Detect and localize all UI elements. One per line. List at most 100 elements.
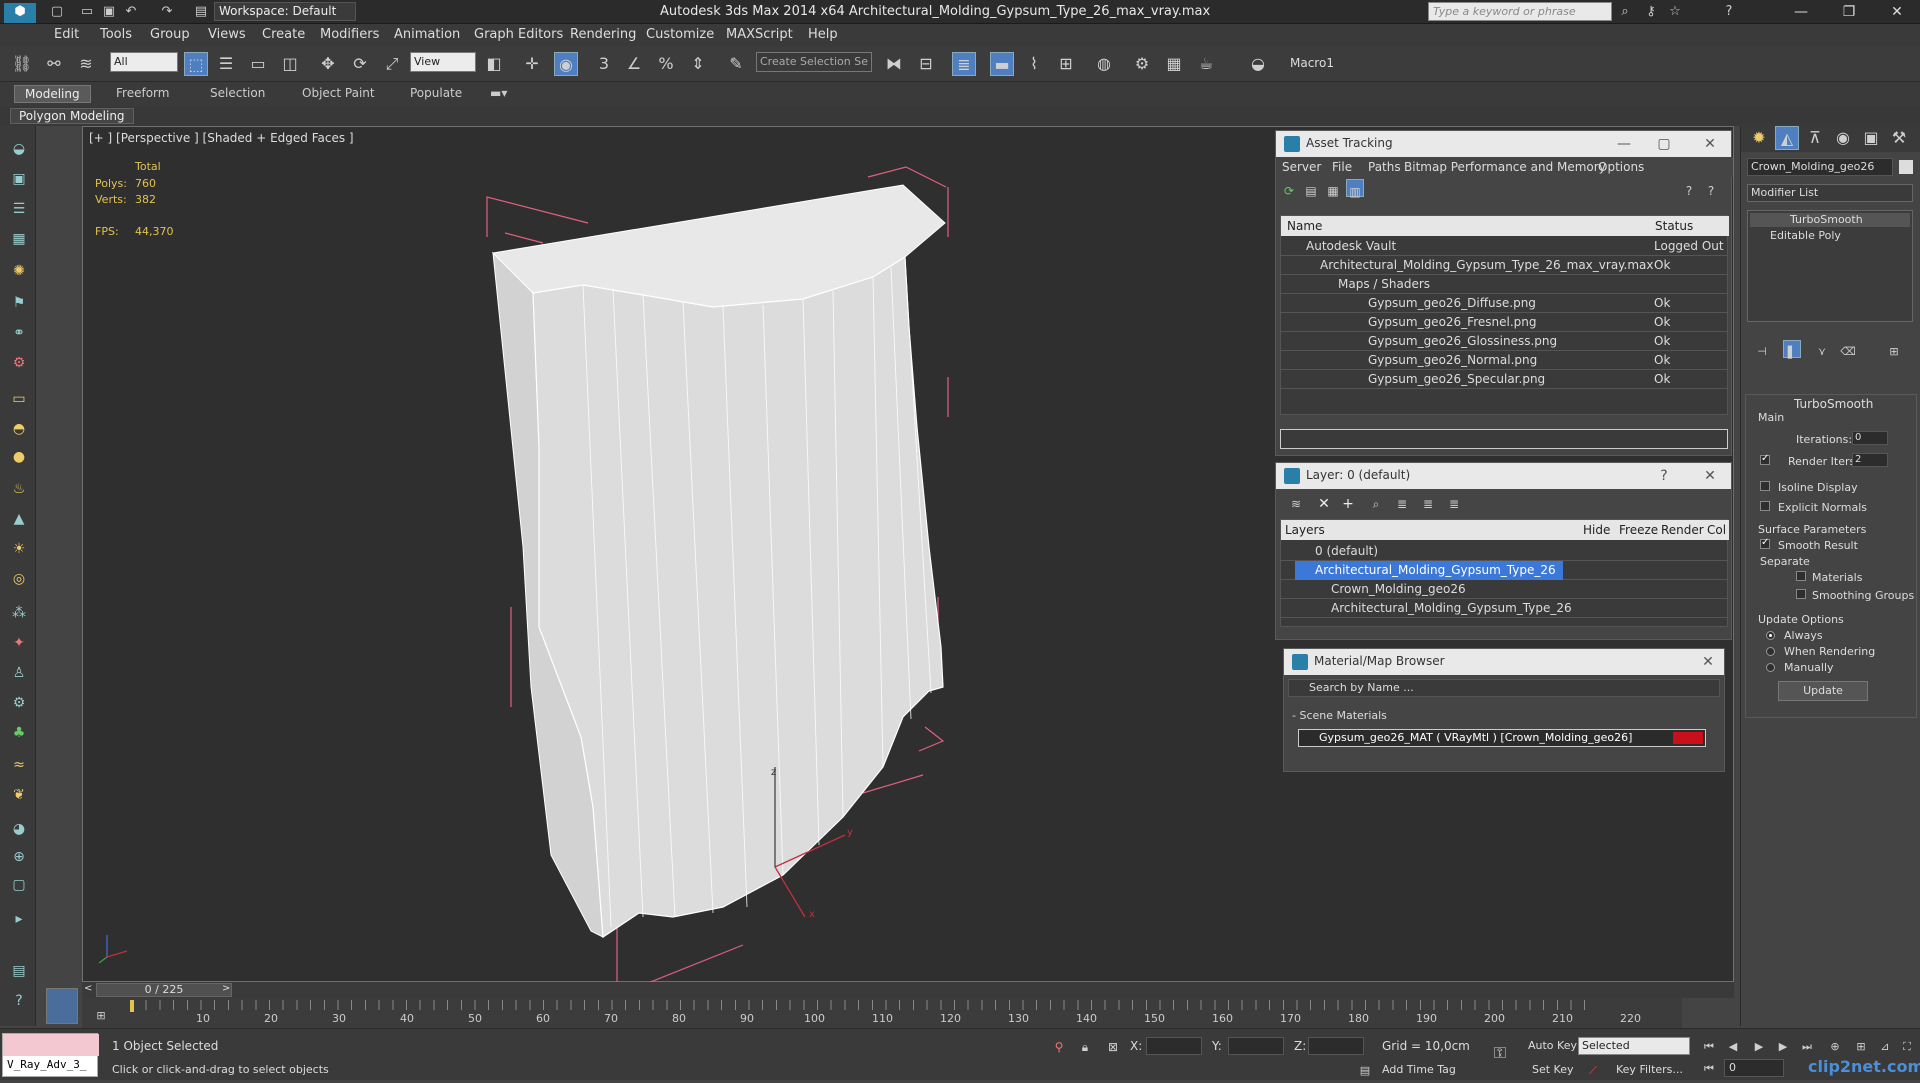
grid-view-icon[interactable]: ▥ <box>1346 179 1364 199</box>
refresh-icon[interactable]: ⟳ <box>1280 179 1298 198</box>
ribbon-options-icon[interactable]: ▬▾ <box>480 85 517 103</box>
x-coord-field[interactable] <box>1146 1037 1202 1055</box>
modify-tab-icon[interactable]: ◭ <box>1775 126 1799 150</box>
modifier-list-dropdown[interactable]: Modifier List <box>1747 184 1913 202</box>
render-iters-spinner[interactable]: 2 <box>1852 453 1888 467</box>
angle-snap-icon[interactable]: ∠ <box>622 52 646 76</box>
redo-icon[interactable]: ↷ <box>158 3 176 21</box>
unlink-icon[interactable]: ⚯ <box>42 52 66 76</box>
utilities-tab-icon[interactable]: ⚒ <box>1887 126 1911 150</box>
layer-row-selected[interactable]: Architectural_Molding_Gypsum_Type_26 <box>1281 561 1727 580</box>
snaps-toggle-icon[interactable]: 3 <box>592 52 616 76</box>
cloth-icon[interactable]: ❦ <box>8 784 30 806</box>
menu-customize[interactable]: Customize <box>646 27 714 42</box>
new-layer-icon[interactable]: ≋ <box>1286 492 1306 512</box>
favorite-star-icon[interactable]: ☆ <box>1666 3 1684 21</box>
material-editor-icon[interactable]: ◍ <box>1092 52 1116 76</box>
panel-close-icon[interactable]: ✕ <box>1700 134 1720 154</box>
align-icon[interactable]: ⊟ <box>914 52 938 76</box>
select-manipulate-icon[interactable]: ✛ <box>520 52 544 76</box>
select-by-name-icon[interactable]: ☰ <box>214 52 238 76</box>
scene-materials-section[interactable]: - Scene Materials <box>1292 709 1387 722</box>
teapot-shape-icon[interactable]: ♨ <box>8 478 30 500</box>
selection-lock-icon[interactable]: 🔒︎ <box>1076 1035 1094 1054</box>
light-bulb-icon[interactable]: ✺ <box>8 260 30 282</box>
help-icon[interactable]: ? <box>1720 3 1738 21</box>
smoothing-groups-checkbox[interactable] <box>1796 589 1806 599</box>
close-icon[interactable]: ✕ <box>1882 2 1912 22</box>
binoculars-tool-icon[interactable]: ⚭ <box>8 322 30 344</box>
help-circle-icon[interactable]: ? <box>8 990 30 1012</box>
key-mode-toggle-icon[interactable]: ⏮ <box>1700 1057 1718 1075</box>
cone-icon[interactable]: ▲ <box>8 508 30 530</box>
dome-icon[interactable]: ◓ <box>8 418 30 440</box>
layer-row[interactable]: Architectural_Molding_Gypsum_Type_26 <box>1281 599 1727 618</box>
named-selection-dropdown[interactable]: Create Selection Se <box>756 52 872 72</box>
percent-snap-icon[interactable]: % <box>654 52 678 76</box>
track-bar-menu-icon[interactable]: ⊞ <box>92 1004 110 1022</box>
at-menu-bitmap-performance[interactable]: Bitmap Performance and Memory <box>1404 160 1606 174</box>
display-tab-icon[interactable]: ▣ <box>1859 126 1883 150</box>
help-topics-icon[interactable]: ? <box>1680 179 1698 198</box>
rollout-title[interactable]: TurboSmooth <box>1794 397 1873 411</box>
add-time-tag[interactable]: Add Time Tag <box>1382 1063 1456 1076</box>
absolute-mode-icon[interactable]: ⊠ <box>1104 1035 1122 1054</box>
window-crossing-icon[interactable]: ◫ <box>278 52 302 76</box>
make-unique-icon[interactable]: ⋎ <box>1813 340 1831 358</box>
stack-item[interactable]: TurboSmooth <box>1750 213 1910 227</box>
material-search-input[interactable]: Search by Name ... <box>1288 679 1720 697</box>
mirror-icon[interactable]: ⧓ <box>882 52 906 76</box>
menu-edit[interactable]: Edit <box>54 27 79 42</box>
rotate-icon[interactable]: ⟳ <box>348 52 372 76</box>
new-file-icon[interactable]: ▢ <box>48 3 66 21</box>
whats-this-icon[interactable]: ? <box>1702 179 1720 198</box>
isoline-display-checkbox[interactable] <box>1760 481 1770 491</box>
panel-minimize-icon[interactable]: — <box>1614 134 1634 154</box>
at-menu-server[interactable]: Server <box>1282 160 1321 174</box>
table-row[interactable]: Architectural_Molding_Gypsum_Type_26_max… <box>1280 256 1728 275</box>
y-coord-field[interactable] <box>1228 1037 1284 1055</box>
biped-icon[interactable]: ♙ <box>8 662 30 684</box>
create-tab-icon[interactable]: ✹ <box>1747 126 1771 150</box>
maximize-viewport-icon[interactable]: ⛶ <box>1898 1035 1916 1053</box>
teapot-icon[interactable]: ◒ <box>8 138 30 160</box>
macro-label[interactable]: Macro1 <box>1290 56 1334 70</box>
layer-panel-header[interactable]: Layer: 0 (default) ? ✕ <box>1276 463 1731 489</box>
render-icon[interactable]: ⚙ <box>8 352 30 374</box>
material-item[interactable]: Gypsum_geo26_MAT ( VRayMtl ) [Crown_Mold… <box>1298 729 1706 747</box>
table-row[interactable]: Gypsum_geo26_Diffuse.png Ok <box>1280 294 1728 313</box>
layer-explorer-icon[interactable]: ≣ <box>952 52 976 76</box>
scale-icon[interactable]: ⤢ <box>380 52 404 76</box>
save-icon[interactable]: ▣ <box>100 3 118 21</box>
add-time-tag-icon[interactable]: ▤ <box>1356 1059 1374 1077</box>
material-sphere-icon[interactable]: ◕ <box>8 818 30 840</box>
layer-col-hide[interactable]: Hide <box>1583 523 1610 537</box>
freeze-all-layers-icon[interactable]: ≣ <box>1444 492 1464 512</box>
play-icon[interactable]: ▶ <box>1750 1035 1768 1053</box>
project-folder-icon[interactable]: ▤ <box>192 3 210 21</box>
set-key-button[interactable]: Set Key <box>1532 1063 1574 1076</box>
at-menu-paths[interactable]: Paths <box>1368 160 1401 174</box>
document-icon[interactable]: ▤ <box>8 960 30 982</box>
rectangular-selection-icon[interactable]: ▭ <box>246 52 270 76</box>
layer-close-icon[interactable]: ✕ <box>1700 466 1720 486</box>
isolate-selection-icon[interactable]: ⚲ <box>1050 1035 1068 1054</box>
binoculars-icon[interactable]: ⌕ <box>1616 3 1634 21</box>
menu-tools[interactable]: Tools <box>100 27 132 42</box>
particles-icon[interactable]: ⁂ <box>8 602 30 624</box>
explicit-normals-checkbox[interactable] <box>1760 501 1770 511</box>
open-file-icon[interactable]: ▭ <box>78 3 96 21</box>
material-browser-close-icon[interactable]: ✕ <box>1698 652 1718 672</box>
help-search-input[interactable]: Type a keyword or phrase <box>1428 2 1612 21</box>
minimize-icon[interactable]: — <box>1786 2 1816 22</box>
time-prev-icon[interactable]: < <box>84 983 92 994</box>
expand-arrow-icon[interactable]: ▸ <box>8 908 30 930</box>
previous-frame-icon[interactable]: ◀ <box>1724 1035 1742 1053</box>
at-path-field[interactable] <box>1280 429 1728 449</box>
zoom-icon[interactable]: ⊕ <box>1826 1035 1844 1053</box>
show-end-result-icon[interactable]: ▌ <box>1783 340 1801 359</box>
key-filters-button[interactable]: Key Filters... <box>1616 1063 1683 1076</box>
menu-modifiers[interactable]: Modifiers <box>320 27 379 42</box>
table-row[interactable]: Gypsum_geo26_Fresnel.png Ok <box>1280 313 1728 332</box>
layer-help-icon[interactable]: ? <box>1654 466 1674 486</box>
